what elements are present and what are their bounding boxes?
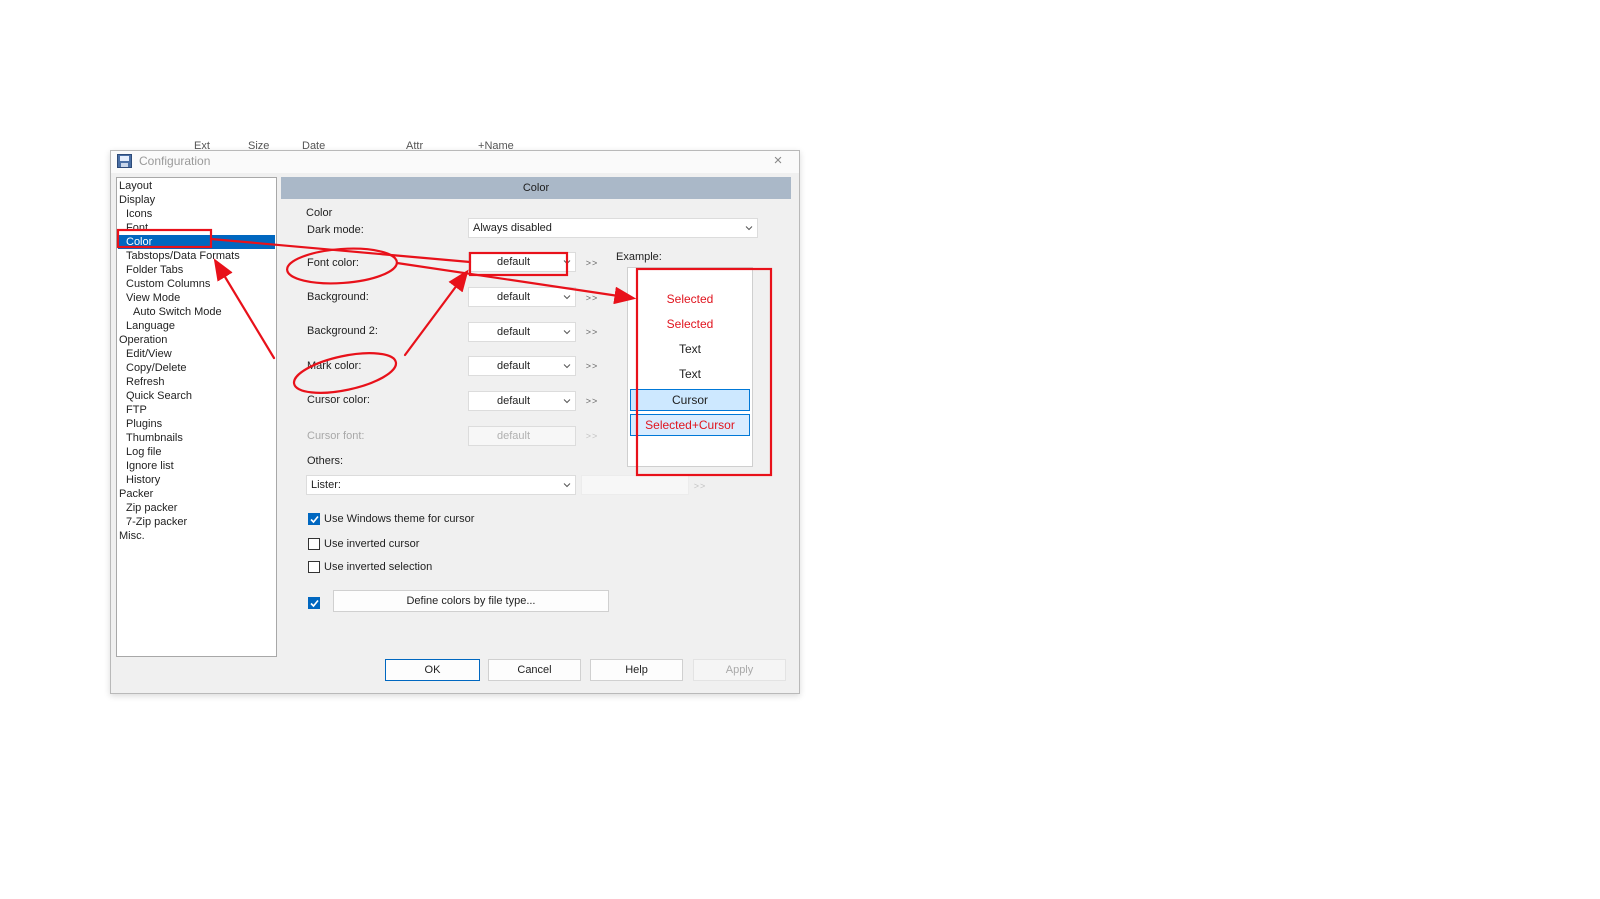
background-label: Background:	[307, 291, 369, 303]
tree-item-edit-view[interactable]: Edit/View	[126, 347, 172, 361]
checkmark-icon	[310, 599, 319, 608]
cursor-font-select[interactable]: default	[468, 426, 576, 446]
panel-header: Color	[281, 177, 791, 199]
tree-item-ftp[interactable]: FTP	[126, 403, 147, 417]
cursor-font-label: Cursor font:	[307, 430, 365, 442]
background2-select[interactable]: default	[468, 322, 576, 342]
settings-tree[interactable]: Layout Display Icons Font Color Tabstops…	[116, 177, 277, 657]
dark-mode-label: Dark mode:	[307, 224, 364, 236]
configuration-dialog: Configuration × Layout Display Icons Fon…	[110, 150, 800, 694]
example-selected-2: Selected	[666, 317, 714, 331]
dark-mode-select[interactable]: Always disabled	[468, 218, 758, 238]
title-bar: Configuration ×	[111, 151, 799, 173]
tree-item-layout[interactable]: Layout	[119, 179, 152, 193]
chevron-down-icon	[563, 260, 571, 265]
others-select[interactable]: Lister:	[306, 475, 576, 495]
cursor-color-label: Cursor color:	[307, 394, 370, 406]
chevron-down-icon	[563, 483, 571, 488]
cancel-button[interactable]: Cancel	[488, 659, 581, 681]
windows-theme-checkbox[interactable]	[308, 513, 320, 525]
example-cursor: Cursor	[630, 389, 750, 411]
cursor-font-more-button[interactable]: >>	[583, 427, 601, 445]
inverted-cursor-checkbox[interactable]	[308, 538, 320, 550]
background-select[interactable]: default	[468, 287, 576, 307]
tree-item-quick-search[interactable]: Quick Search	[126, 389, 192, 403]
tree-item-plugins[interactable]: Plugins	[126, 417, 162, 431]
dialog-title: Configuration	[139, 154, 211, 168]
tree-item-auto-switch-mode[interactable]: Auto Switch Mode	[133, 305, 222, 319]
windows-theme-label: Use Windows theme for cursor	[324, 513, 475, 525]
inverted-cursor-label: Use inverted cursor	[324, 538, 420, 550]
tree-item-refresh[interactable]: Refresh	[126, 375, 165, 389]
example-selected-cursor: Selected+Cursor	[630, 414, 750, 436]
example-text-2: Text	[678, 367, 701, 381]
tree-item-view-mode[interactable]: View Mode	[126, 291, 180, 305]
tree-item-history[interactable]: History	[126, 473, 160, 487]
tree-item-thumbnails[interactable]: Thumbnails	[126, 431, 183, 445]
chevron-down-icon	[563, 364, 571, 369]
background2-more-button[interactable]: >>	[583, 323, 601, 341]
tree-item-operation[interactable]: Operation	[119, 333, 167, 347]
example-label: Example:	[616, 251, 662, 263]
tree-item-misc[interactable]: Misc.	[119, 529, 145, 543]
color-section-label: Color	[306, 207, 333, 219]
mark-color-select[interactable]: default	[468, 356, 576, 376]
chevron-down-icon	[563, 295, 571, 300]
others-more-button[interactable]: >>	[691, 477, 709, 495]
example-selected-1: Selected	[666, 292, 714, 306]
app-icon	[117, 154, 132, 168]
example-text-1: Text	[678, 342, 701, 356]
background-more-button[interactable]: >>	[583, 289, 601, 307]
tree-item-tabstops[interactable]: Tabstops/Data Formats	[126, 249, 240, 263]
tree-item-language[interactable]: Language	[126, 319, 175, 333]
ok-button[interactable]: OK	[385, 659, 480, 681]
mark-color-label: Mark color:	[307, 360, 362, 372]
tree-item-log-file[interactable]: Log file	[126, 445, 161, 459]
define-colors-button[interactable]: Define colors by file type...	[333, 590, 609, 612]
tree-item-display[interactable]: Display	[119, 193, 155, 207]
tree-item-icons[interactable]: Icons	[126, 207, 152, 221]
chevron-down-icon	[563, 330, 571, 335]
cursor-color-select[interactable]: default	[468, 391, 576, 411]
font-color-select[interactable]: default	[468, 252, 576, 272]
tree-item-ignore-list[interactable]: Ignore list	[126, 459, 174, 473]
tree-item-font[interactable]: Font	[126, 221, 148, 235]
tree-item-packer[interactable]: Packer	[119, 487, 153, 501]
inverted-selection-label: Use inverted selection	[324, 561, 433, 573]
tree-item-custom-columns[interactable]: Custom Columns	[126, 277, 210, 291]
example-preview: Selected Selected Text Text Cursor Selec…	[627, 267, 753, 467]
tree-item-copy-delete[interactable]: Copy/Delete	[126, 361, 187, 375]
file-type-colors-checkbox[interactable]	[308, 597, 320, 609]
inverted-selection-checkbox[interactable]	[308, 561, 320, 573]
checkmark-icon	[310, 515, 319, 524]
background2-label: Background 2:	[307, 325, 378, 337]
chevron-down-icon	[563, 399, 571, 404]
help-button[interactable]: Help	[590, 659, 683, 681]
apply-button[interactable]: Apply	[693, 659, 786, 681]
tree-item-7zip-packer[interactable]: 7-Zip packer	[126, 515, 187, 529]
tree-item-color[interactable]: Color	[118, 235, 275, 249]
chevron-down-icon	[745, 226, 753, 231]
mark-color-more-button[interactable]: >>	[583, 357, 601, 375]
font-color-label: Font color:	[307, 257, 359, 269]
tree-item-folder-tabs[interactable]: Folder Tabs	[126, 263, 183, 277]
others-color-select[interactable]	[581, 475, 689, 495]
font-color-more-button[interactable]: >>	[583, 254, 601, 272]
others-label: Others:	[307, 455, 344, 467]
cursor-color-more-button[interactable]: >>	[583, 392, 601, 410]
tree-item-zip-packer[interactable]: Zip packer	[126, 501, 177, 515]
close-button[interactable]: ×	[763, 151, 793, 173]
